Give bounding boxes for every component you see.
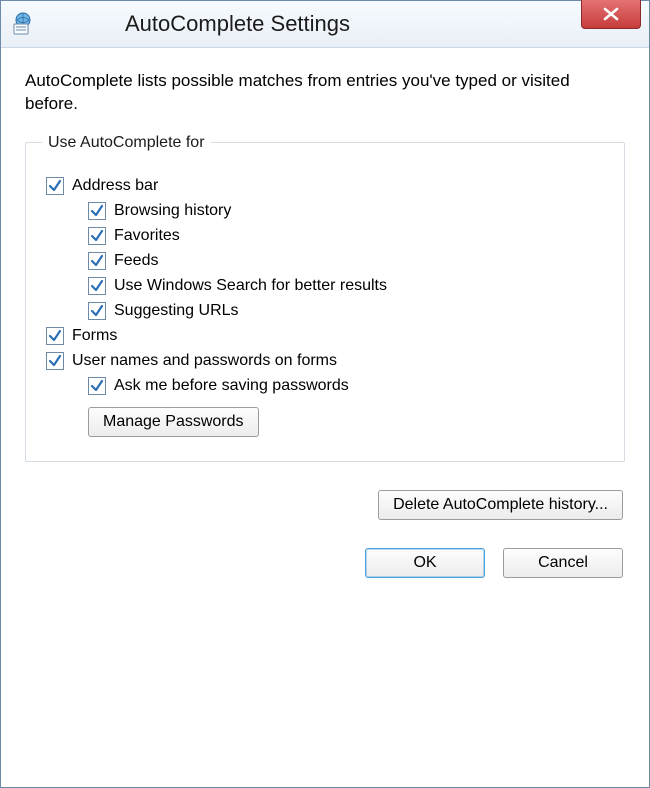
option-address-bar: Address bar <box>46 177 608 195</box>
label-favorites: Favorites <box>114 227 180 245</box>
close-button[interactable] <box>581 0 641 29</box>
option-ask-before-save: Ask me before saving passwords <box>88 377 608 395</box>
label-address-bar: Address bar <box>72 177 158 195</box>
option-favorites: Favorites <box>88 227 608 245</box>
window-title: AutoComplete Settings <box>125 11 350 37</box>
group-legend: Use AutoComplete for <box>42 134 211 152</box>
cancel-button[interactable]: Cancel <box>503 548 623 578</box>
dialog-footer: OK Cancel <box>25 548 625 578</box>
label-suggest-urls: Suggesting URLs <box>114 302 239 320</box>
checkbox-browsing-history[interactable] <box>88 202 106 220</box>
internet-options-icon <box>11 12 35 36</box>
label-feeds: Feeds <box>114 252 158 270</box>
use-autocomplete-for-group: Use AutoComplete for Address bar Browsin… <box>25 134 625 462</box>
option-userpass: User names and passwords on forms <box>46 352 608 370</box>
label-forms: Forms <box>72 327 117 345</box>
checkbox-userpass[interactable] <box>46 352 64 370</box>
intro-text: AutoComplete lists possible matches from… <box>25 70 625 116</box>
titlebar: AutoComplete Settings <box>1 1 649 48</box>
option-suggest-urls: Suggesting URLs <box>88 302 608 320</box>
option-windows-search: Use Windows Search for better results <box>88 277 608 295</box>
checkbox-forms[interactable] <box>46 327 64 345</box>
label-userpass: User names and passwords on forms <box>72 352 337 370</box>
manage-passwords-row: Manage Passwords <box>88 407 608 437</box>
label-ask-before-save: Ask me before saving passwords <box>114 377 349 395</box>
checkbox-favorites[interactable] <box>88 227 106 245</box>
option-feeds: Feeds <box>88 252 608 270</box>
option-forms: Forms <box>46 327 608 345</box>
checkbox-suggest-urls[interactable] <box>88 302 106 320</box>
option-browsing-history: Browsing history <box>88 202 608 220</box>
ok-button[interactable]: OK <box>365 548 485 578</box>
delete-history-row: Delete AutoComplete history... <box>25 490 625 520</box>
checkbox-address-bar[interactable] <box>46 177 64 195</box>
client-area: AutoComplete lists possible matches from… <box>1 48 649 787</box>
manage-passwords-button[interactable]: Manage Passwords <box>88 407 259 437</box>
close-icon <box>602 7 620 21</box>
checkbox-windows-search[interactable] <box>88 277 106 295</box>
checkbox-feeds[interactable] <box>88 252 106 270</box>
checkbox-ask-before-save[interactable] <box>88 377 106 395</box>
label-windows-search: Use Windows Search for better results <box>114 277 387 295</box>
autocomplete-settings-window: AutoComplete Settings AutoComplete lists… <box>0 0 650 788</box>
label-browsing-history: Browsing history <box>114 202 231 220</box>
delete-autocomplete-history-button[interactable]: Delete AutoComplete history... <box>378 490 623 520</box>
